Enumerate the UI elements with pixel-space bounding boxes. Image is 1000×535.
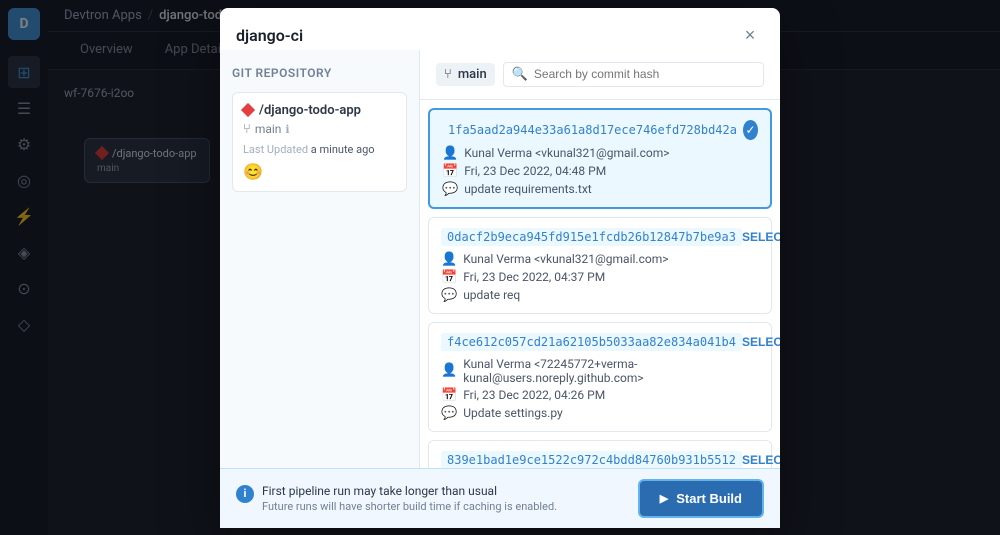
- message-icon-2: 💬: [441, 406, 457, 421]
- search-box[interactable]: 🔍: [503, 62, 764, 87]
- modal-body: Git Repository /django-todo-app ⑂ main ℹ…: [220, 50, 780, 468]
- branch-badge: ⑂ main: [436, 63, 495, 86]
- commit-author-1: 👤 Kunal Verma <vkunal321@gmail.com>: [441, 252, 759, 267]
- modal-header: django-ci ×: [220, 8, 780, 50]
- commit-date-2: 📅 Fri, 23 Dec 2022, 04:26 PM: [441, 388, 759, 403]
- commit-hash-row-3: 839e1bad1e9ce1522c972c4bdd84760b931b5512…: [441, 451, 759, 468]
- commit-message-0: 💬 update requirements.txt: [442, 182, 758, 197]
- author-icon-2: 👤: [441, 363, 457, 378]
- info-subtitle: Future runs will have shorter build time…: [262, 500, 557, 513]
- branch-name: main: [458, 67, 487, 82]
- info-message: i First pipeline run may take longer tha…: [236, 484, 557, 513]
- repo-branch: ⑂ main ℹ: [243, 122, 396, 137]
- start-build-button[interactable]: ▶ Start Build: [638, 479, 764, 518]
- play-icon: ▶: [660, 492, 668, 505]
- commit-hash-row-2: f4ce612c057cd21a62105b5033aa82e834a041b4…: [441, 333, 759, 351]
- search-input[interactable]: [534, 67, 755, 81]
- commit-item-1[interactable]: 0dacf2b9eca945fd915e1fcdb26b12847b7be9a3…: [428, 217, 772, 314]
- modal-dialog: django-ci × Git Repository /django-todo-…: [220, 8, 780, 528]
- repo-item[interactable]: /django-todo-app ⑂ main ℹ Last Updated a…: [232, 92, 407, 192]
- commit-item-0[interactable]: 1fa5aad2a944e33a61a8d17ece746efd728bd42a…: [428, 108, 772, 209]
- repo-info-icon: ℹ: [285, 123, 289, 136]
- repo-updated-time: a minute ago: [311, 143, 375, 156]
- commit-date-1: 📅 Fri, 23 Dec 2022, 04:37 PM: [441, 270, 759, 285]
- repo-diamond-icon: [241, 103, 255, 117]
- select-btn-2[interactable]: SELECT: [742, 335, 780, 349]
- info-text-container: First pipeline run may take longer than …: [262, 484, 557, 513]
- date-icon-2: 📅: [441, 388, 457, 403]
- date-icon-1: 📅: [441, 270, 457, 285]
- select-btn-3[interactable]: SELECT: [742, 453, 780, 467]
- commit-hash-1: 0dacf2b9eca945fd915e1fcdb26b12847b7be9a3: [441, 228, 742, 246]
- git-branch-icon: ⑂: [444, 67, 452, 82]
- left-panel-title: Git Repository: [232, 62, 407, 84]
- check-icon-0: ✓: [743, 120, 758, 140]
- commit-author-0: 👤 Kunal Verma <vkunal321@gmail.com>: [442, 146, 758, 161]
- repo-name: /django-todo-app: [243, 103, 396, 118]
- left-panel: Git Repository /django-todo-app ⑂ main ℹ…: [220, 50, 420, 468]
- date-icon-0: 📅: [442, 164, 458, 179]
- commit-hash-row-1: 0dacf2b9eca945fd915e1fcdb26b12847b7be9a3…: [441, 228, 759, 246]
- modal-close-button[interactable]: ×: [736, 22, 764, 50]
- branch-icon: ⑂: [243, 122, 251, 137]
- commit-item-3[interactable]: 839e1bad1e9ce1522c972c4bdd84760b931b5512…: [428, 440, 772, 468]
- commit-hash-2: f4ce612c057cd21a62105b5033aa82e834a041b4: [441, 333, 742, 351]
- info-title: First pipeline run may take longer than …: [262, 484, 557, 498]
- modal-title: django-ci: [236, 26, 303, 45]
- modal-overlay: django-ci × Git Repository /django-todo-…: [0, 0, 1000, 535]
- commit-date-0: 📅 Fri, 23 Dec 2022, 04:48 PM: [442, 164, 758, 179]
- repo-emoji: 😊: [243, 162, 396, 181]
- right-panel-header: ⑂ main 🔍: [420, 50, 780, 100]
- commit-message-2: 💬 Update settings.py: [441, 406, 759, 421]
- modal-footer: i First pipeline run may take longer tha…: [220, 468, 780, 528]
- author-icon-0: 👤: [442, 146, 458, 161]
- commits-list: 1fa5aad2a944e33a61a8d17ece746efd728bd42a…: [420, 100, 780, 468]
- commit-author-2: 👤 Kunal Verma <72245772+verma-kunal@user…: [441, 357, 759, 385]
- select-btn-1[interactable]: SELECT: [742, 230, 780, 244]
- commit-item-2[interactable]: f4ce612c057cd21a62105b5033aa82e834a041b4…: [428, 322, 772, 432]
- right-panel: ⑂ main 🔍 1fa5aad2a944e33a61a8d17ece746ef…: [420, 50, 780, 468]
- start-build-label: Start Build: [676, 491, 742, 506]
- message-icon-0: 💬: [442, 182, 458, 197]
- commit-hash-row-0: 1fa5aad2a944e33a61a8d17ece746efd728bd42a…: [442, 120, 758, 140]
- commit-message-1: 💬 update req: [441, 288, 759, 303]
- commit-hash-0: 1fa5aad2a944e33a61a8d17ece746efd728bd42a: [442, 121, 743, 139]
- info-icon: i: [236, 485, 254, 503]
- search-icon: 🔍: [512, 67, 528, 82]
- commit-hash-3: 839e1bad1e9ce1522c972c4bdd84760b931b5512: [441, 451, 742, 468]
- message-icon-1: 💬: [441, 288, 457, 303]
- repo-updated: Last Updated a minute ago: [243, 143, 396, 156]
- author-icon-1: 👤: [441, 252, 457, 267]
